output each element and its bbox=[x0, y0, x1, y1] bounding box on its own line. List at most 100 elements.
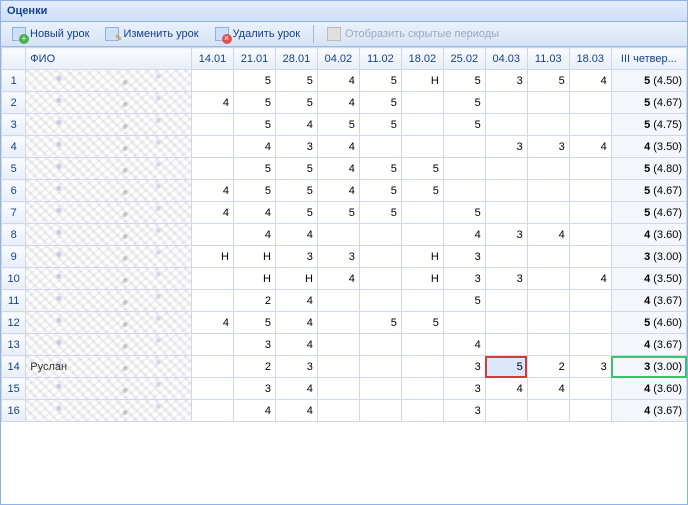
cell-fio[interactable] bbox=[26, 136, 192, 158]
cell-grade[interactable]: 5 bbox=[359, 70, 401, 92]
cell-grade[interactable] bbox=[317, 224, 359, 246]
cell-grade[interactable] bbox=[401, 224, 443, 246]
cell-grade[interactable]: 5 bbox=[233, 158, 275, 180]
cell-summary[interactable]: 5 (4.50) bbox=[611, 70, 686, 92]
header-date[interactable]: 04.02 bbox=[317, 48, 359, 70]
cell-grade[interactable] bbox=[485, 92, 527, 114]
cell-grade[interactable] bbox=[192, 70, 234, 92]
cell-grade[interactable]: 4 bbox=[569, 70, 611, 92]
table-row[interactable]: 133444 (3.67) bbox=[2, 334, 687, 356]
row-number[interactable]: 9 bbox=[2, 246, 26, 268]
header-date[interactable]: 04.03 bbox=[485, 48, 527, 70]
cell-grade[interactable]: 4 bbox=[317, 180, 359, 202]
cell-grade[interactable]: 3 bbox=[485, 268, 527, 290]
cell-grade[interactable]: 5 bbox=[359, 92, 401, 114]
cell-fio[interactable] bbox=[26, 312, 192, 334]
cell-grade[interactable]: 4 bbox=[275, 400, 317, 422]
header-date[interactable]: 28.01 bbox=[275, 48, 317, 70]
row-number[interactable]: 1 bbox=[2, 70, 26, 92]
cell-summary[interactable]: 3 (3.00) bbox=[611, 356, 686, 378]
cell-grade[interactable]: 4 bbox=[317, 136, 359, 158]
table-row[interactable]: 164434 (3.67) bbox=[2, 400, 687, 422]
cell-grade[interactable]: 5 bbox=[233, 92, 275, 114]
cell-grade[interactable]: 2 bbox=[233, 290, 275, 312]
cell-grade[interactable] bbox=[192, 114, 234, 136]
cell-grade[interactable]: 4 bbox=[527, 378, 569, 400]
header-date[interactable]: 25.02 bbox=[443, 48, 485, 70]
cell-grade[interactable] bbox=[359, 224, 401, 246]
cell-grade[interactable] bbox=[527, 114, 569, 136]
cell-grade[interactable]: 4 bbox=[443, 224, 485, 246]
cell-grade[interactable] bbox=[401, 136, 443, 158]
cell-grade[interactable] bbox=[527, 202, 569, 224]
table-row[interactable]: 3545555 (4.75) bbox=[2, 114, 687, 136]
header-fio[interactable]: ФИО bbox=[26, 48, 192, 70]
cell-grade[interactable]: 3 bbox=[443, 268, 485, 290]
cell-grade[interactable]: 3 bbox=[527, 136, 569, 158]
row-number[interactable]: 7 bbox=[2, 202, 26, 224]
edit-lesson-button[interactable]: Изменить урок bbox=[98, 24, 205, 44]
table-row[interactable]: 12454555 (4.60) bbox=[2, 312, 687, 334]
cell-fio[interactable] bbox=[26, 400, 192, 422]
cell-grade[interactable] bbox=[359, 334, 401, 356]
row-number[interactable]: 4 bbox=[2, 136, 26, 158]
cell-grade[interactable]: 5 bbox=[275, 158, 317, 180]
row-number[interactable]: 15 bbox=[2, 378, 26, 400]
header-date[interactable]: 18.02 bbox=[401, 48, 443, 70]
table-row[interactable]: 15343444 (3.60) bbox=[2, 378, 687, 400]
delete-lesson-button[interactable]: Удалить урок bbox=[208, 24, 307, 44]
cell-grade[interactable]: 5 bbox=[359, 158, 401, 180]
cell-grade[interactable]: 5 bbox=[275, 92, 317, 114]
cell-grade[interactable] bbox=[485, 246, 527, 268]
cell-grade[interactable] bbox=[317, 290, 359, 312]
cell-grade[interactable] bbox=[527, 246, 569, 268]
cell-grade[interactable]: Н bbox=[401, 70, 443, 92]
cell-grade[interactable] bbox=[443, 180, 485, 202]
header-summary[interactable]: III четвер... bbox=[611, 48, 686, 70]
cell-grade[interactable] bbox=[359, 246, 401, 268]
cell-grade[interactable]: 5 bbox=[527, 70, 569, 92]
header-date[interactable]: 11.03 bbox=[527, 48, 569, 70]
cell-summary[interactable]: 5 (4.67) bbox=[611, 92, 686, 114]
cell-grade[interactable]: 5 bbox=[401, 158, 443, 180]
cell-grade[interactable]: Н bbox=[233, 246, 275, 268]
cell-grade[interactable] bbox=[359, 136, 401, 158]
cell-summary[interactable]: 5 (4.75) bbox=[611, 114, 686, 136]
cell-grade[interactable]: 5 bbox=[443, 202, 485, 224]
cell-summary[interactable]: 4 (3.67) bbox=[611, 290, 686, 312]
cell-fio[interactable] bbox=[26, 180, 192, 202]
row-number[interactable]: 16 bbox=[2, 400, 26, 422]
cell-grade[interactable] bbox=[485, 400, 527, 422]
cell-grade[interactable] bbox=[569, 202, 611, 224]
cell-grade[interactable]: 4 bbox=[275, 224, 317, 246]
header-rownum[interactable] bbox=[2, 48, 26, 70]
cell-grade[interactable]: 3 bbox=[443, 378, 485, 400]
cell-grade[interactable]: 4 bbox=[569, 268, 611, 290]
cell-grade[interactable]: 4 bbox=[317, 92, 359, 114]
cell-grade[interactable] bbox=[192, 224, 234, 246]
cell-grade[interactable] bbox=[359, 356, 401, 378]
cell-fio[interactable] bbox=[26, 70, 192, 92]
cell-grade[interactable] bbox=[192, 136, 234, 158]
row-number[interactable]: 3 bbox=[2, 114, 26, 136]
cell-grade[interactable]: 5 bbox=[233, 180, 275, 202]
cell-grade[interactable]: 4 bbox=[233, 202, 275, 224]
cell-grade[interactable]: 5 bbox=[275, 180, 317, 202]
cell-grade[interactable] bbox=[192, 290, 234, 312]
cell-grade[interactable] bbox=[527, 268, 569, 290]
cell-grade[interactable]: 3 bbox=[443, 356, 485, 378]
cell-grade[interactable]: 3 bbox=[569, 356, 611, 378]
cell-grade[interactable] bbox=[359, 378, 401, 400]
cell-grade[interactable]: 5 bbox=[275, 70, 317, 92]
cell-grade[interactable] bbox=[485, 114, 527, 136]
cell-summary[interactable]: 5 (4.67) bbox=[611, 202, 686, 224]
cell-grade[interactable] bbox=[359, 268, 401, 290]
cell-grade[interactable] bbox=[485, 290, 527, 312]
cell-grade[interactable]: 4 bbox=[192, 92, 234, 114]
cell-grade[interactable] bbox=[192, 334, 234, 356]
cell-grade[interactable] bbox=[317, 356, 359, 378]
cell-grade[interactable]: 4 bbox=[317, 70, 359, 92]
cell-grade[interactable]: 4 bbox=[527, 224, 569, 246]
cell-summary[interactable]: 5 (4.67) bbox=[611, 180, 686, 202]
cell-grade[interactable] bbox=[527, 92, 569, 114]
